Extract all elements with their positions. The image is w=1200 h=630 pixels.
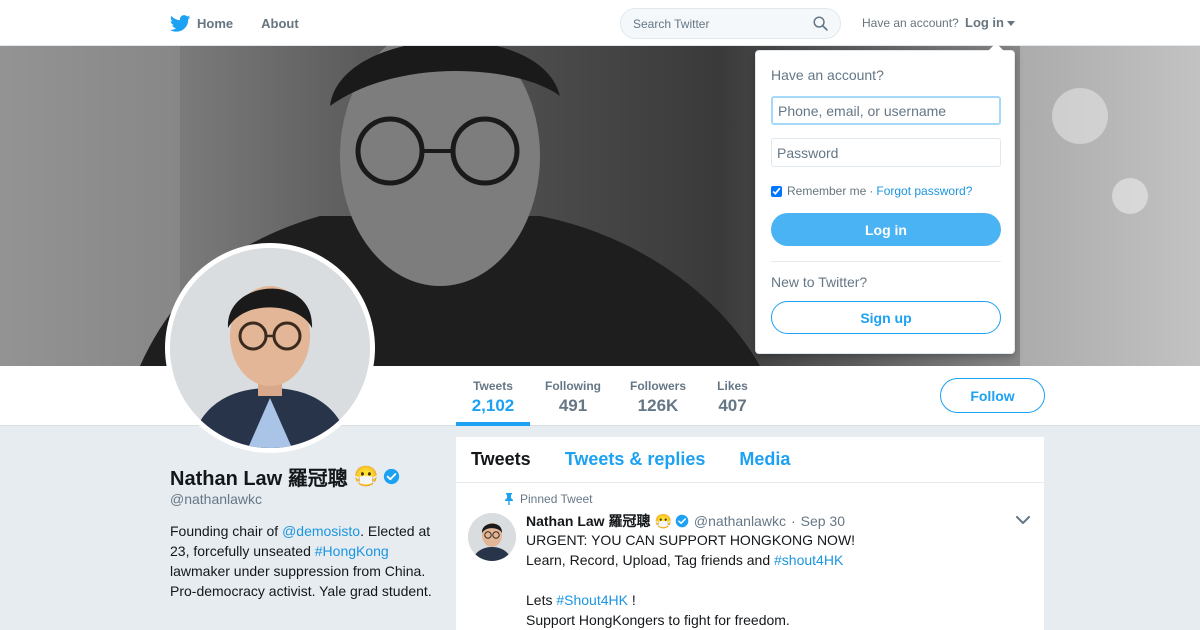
nav-home-link[interactable]: Home [170, 14, 234, 32]
stat-label: Tweets [473, 379, 513, 393]
pinned-tweet-label: Pinned Tweet [504, 492, 593, 506]
timeline: Tweets Tweets & replies Media Pinned Twe… [456, 437, 1044, 630]
tab-tweets-replies[interactable]: Tweets & replies [565, 449, 706, 470]
stat-label: Following [545, 379, 601, 393]
nav-home-label: Home [197, 15, 234, 31]
tweet-header: Nathan Law 羅冠聰 😷 @nathanlawkc · Sep 30 [526, 511, 845, 531]
bio-text: lawmaker under suppression from China. P… [170, 563, 432, 599]
search-box [620, 8, 841, 39]
tweet-hashtag-link[interactable]: #Shout4HK [556, 592, 628, 608]
avatar-photo [170, 248, 370, 448]
profile-name-text: Nathan Law 羅冠聰 [170, 468, 348, 490]
caret-down-icon [1007, 20, 1015, 26]
profile-name: Nathan Law 羅冠聰 😷 [170, 462, 400, 491]
dropdown-divider [771, 261, 1001, 262]
active-stat-underline [456, 422, 530, 426]
remember-me-row: Remember me · Forgot password? [771, 184, 972, 198]
tweet-author-name[interactable]: Nathan Law 羅冠聰 [526, 511, 650, 531]
tweet-line: Support HongKongers to fight for freedom… [526, 612, 790, 628]
stat-value: 2,102 [471, 396, 515, 415]
stat-followers[interactable]: Followers 126K [630, 379, 686, 416]
tweet-author-handle[interactable]: @nathanlawkc [694, 513, 786, 529]
stat-following[interactable]: Following 491 [545, 379, 601, 416]
stat-value: 126K [637, 396, 679, 415]
stat-likes[interactable]: Likes 407 [716, 379, 749, 416]
pinned-text: Pinned Tweet [520, 492, 593, 506]
tweet-line: Learn, Record, Upload, Tag friends and #… [526, 550, 996, 570]
tweet-line: URGENT: YOU CAN SUPPORT HONGKONG NOW! [526, 532, 856, 548]
dropdown-title: Have an account? [771, 67, 884, 83]
forgot-password-link[interactable]: Forgot password? [876, 184, 972, 198]
search-icon[interactable] [813, 16, 828, 31]
new-to-twitter-text: New to Twitter? [771, 274, 868, 290]
tab-media[interactable]: Media [739, 449, 790, 470]
stat-value: 491 [558, 396, 588, 415]
verified-badge-icon [675, 514, 689, 528]
tweet-line-text: Lets [526, 592, 557, 608]
stat-label: Likes [717, 379, 748, 393]
remember-separator: · [869, 184, 874, 198]
have-account-text: Have an account? [862, 16, 959, 30]
nav-left: Home About [170, 0, 327, 46]
tweet-text: URGENT: YOU CAN SUPPORT HONGKONG NOW! Le… [526, 530, 996, 630]
stat-tweets[interactable]: Tweets 2,102 [470, 379, 516, 416]
tweet-date[interactable]: Sep 30 [801, 513, 845, 529]
search-input[interactable] [633, 16, 813, 31]
mask-emoji-icon: 😷 [654, 512, 672, 529]
login-button[interactable]: Log in [771, 213, 1001, 246]
chevron-down-icon[interactable] [1016, 516, 1030, 525]
password-input[interactable] [771, 138, 1001, 167]
username-input[interactable] [771, 96, 1001, 125]
pin-icon [505, 493, 513, 505]
tweet-hashtag-link[interactable]: #shout4HK [774, 552, 843, 568]
nav-about-label: About [261, 15, 299, 31]
bio-text: Founding chair of [170, 523, 283, 539]
nav-about-link[interactable]: About [261, 16, 299, 31]
tweet-avatar[interactable] [468, 513, 516, 561]
login-dropdown: Have an account? Remember me · Forgot pa… [755, 43, 1015, 354]
login-menu-toggle[interactable]: Log in [965, 15, 1015, 30]
tab-tweets[interactable]: Tweets [471, 449, 531, 470]
verified-badge-icon [383, 468, 399, 485]
tweet-line-text: Learn, Record, Upload, Tag friends and [526, 552, 775, 568]
tweet-line: Lets #Shout4HK ! [526, 590, 996, 610]
follow-button[interactable]: Follow [940, 378, 1045, 413]
stat-value: 407 [718, 396, 747, 415]
top-nav: Home About Have an account? Log in [0, 0, 1200, 46]
mask-emoji-icon: 😷 [353, 466, 379, 488]
remember-me-label: Remember me [787, 184, 867, 198]
remember-me-checkbox[interactable] [771, 185, 782, 197]
stat-label: Followers [630, 379, 687, 393]
tweet-line-text: ! [627, 592, 636, 608]
twitter-bird-icon [170, 14, 191, 32]
bio-mention-link[interactable]: @demosisto [282, 523, 360, 539]
bio-hashtag-link[interactable]: #HongKong [315, 543, 389, 559]
login-menu-label: Log in [965, 15, 1004, 30]
profile-handle: @nathanlawkc [170, 491, 263, 507]
profile-avatar[interactable] [165, 243, 375, 453]
timeline-tabs: Tweets Tweets & replies Media [456, 437, 1044, 483]
profile-bio: Founding chair of @demosisto. Elected at… [170, 521, 435, 601]
signup-button[interactable]: Sign up [771, 301, 1001, 334]
tweet-separator: · [790, 513, 796, 529]
